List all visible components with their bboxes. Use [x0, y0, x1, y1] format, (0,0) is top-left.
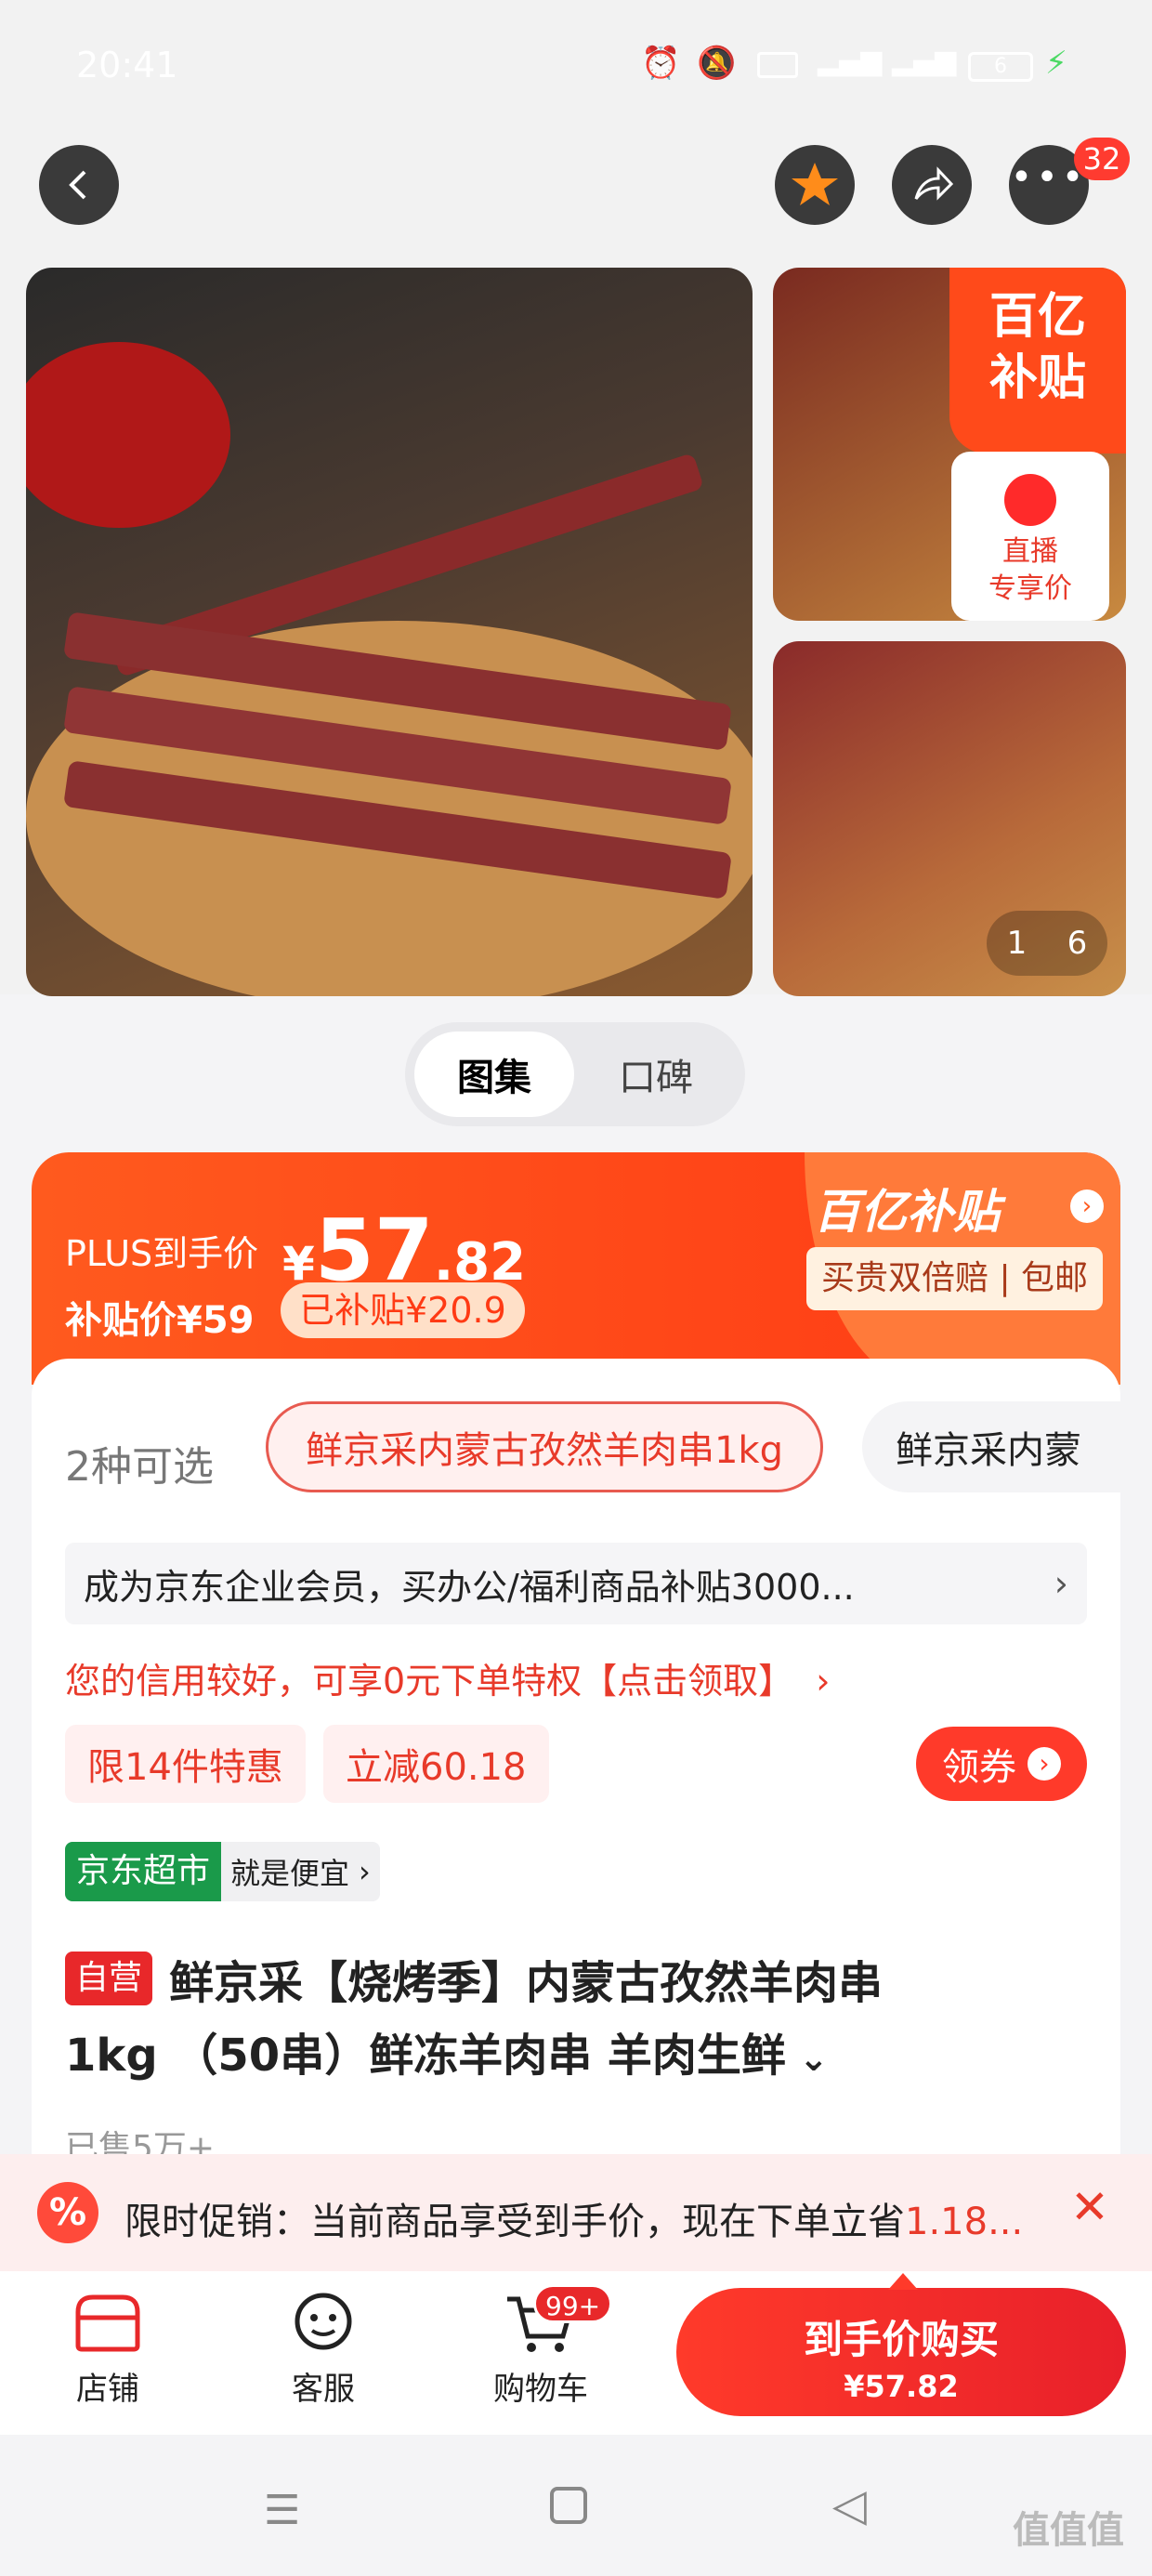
sku-count: 2种可选 [65, 1443, 214, 1491]
signal-icon: ▂▄▆ [818, 45, 883, 77]
expand-chevron-icon[interactable]: ⌄ [799, 2038, 829, 2079]
status-time: 20:41 [76, 45, 178, 85]
chevron-right-icon: › [1028, 1747, 1061, 1781]
customer-service-icon [295, 2293, 352, 2350]
back-nav-icon[interactable]: ◁ [832, 2479, 867, 2531]
share-icon [914, 166, 954, 201]
live-price-card[interactable]: 直播 专享价 [951, 452, 1109, 621]
product-title-line2: 1kg （50串）鲜冻羊肉串 羊肉生鲜 ⌄ [65, 2030, 829, 2082]
buy-button-price: ¥57.82 [844, 2369, 959, 2404]
limit-tag: 限14件特惠 [65, 1725, 306, 1803]
discount-icon: % [37, 2182, 98, 2243]
service-nav[interactable]: 客服 [240, 2290, 407, 2409]
pointer-icon [888, 2273, 918, 2290]
hd-icon [757, 52, 798, 78]
menu-icon[interactable]: ☰ [264, 2487, 300, 2534]
price-banner: PLUS到手价 ¥57.82 补贴价¥59 已补贴¥20.9 百亿补贴 › 买贵… [32, 1152, 1120, 1385]
supermarket-badge: 京东超市 [65, 1842, 222, 1901]
home-icon[interactable] [550, 2487, 587, 2524]
back-arrow-icon [69, 170, 86, 200]
tab-gallery[interactable]: 图集 [414, 1032, 574, 1117]
enterprise-text: 成为京东企业会员，买办公/福利商品补贴3000... [84, 1566, 855, 1608]
sku-option[interactable]: 鲜京采内蒙 [862, 1401, 1120, 1492]
chevron-right-icon: › [816, 1661, 831, 1702]
live-icon [1004, 474, 1056, 526]
charging-icon: ⚡ [1045, 45, 1067, 82]
yi-subsidy-badge: 百亿 补贴 [949, 268, 1126, 453]
favorite-button[interactable] [775, 145, 855, 225]
supermarket-slogan: 就是便宜 [230, 1856, 350, 1891]
battery-icon: 6 [968, 52, 1033, 82]
credit-link[interactable]: 您的信用较好，可享0元下单特权【点击领取】 › [65, 1652, 830, 1703]
mute-icon: 🔕 [697, 45, 737, 82]
brand-arrow-icon[interactable]: › [1070, 1189, 1104, 1223]
main-product-image[interactable] [26, 268, 753, 996]
alarm-icon: ⏰ [641, 45, 681, 82]
message-badge: 32 [1074, 138, 1130, 180]
buy-now-button[interactable]: 到手价购买 ¥57.82 [676, 2288, 1126, 2416]
subsidized-tag: 已补贴¥20.9 [281, 1282, 525, 1338]
gallery-tabs: 图集 口碑 [405, 1022, 745, 1126]
self-operated-tag: 自营 [65, 1952, 152, 2005]
buy-button-title: 到手价购买 [803, 2317, 999, 2362]
gallery-thumb-2[interactable]: 16 [773, 641, 1126, 996]
flash-promo-text: 限时促销：当前商品享受到手价，现在下单立省1.18... [124, 2201, 1024, 2243]
coupon-button[interactable]: 领券 › [916, 1727, 1087, 1801]
cart-badge: 99+ [533, 2284, 613, 2323]
guarantee-tag: 买贵双倍赔 | 包邮 [806, 1247, 1104, 1310]
image-counter: 16 [987, 911, 1107, 976]
status-bar: 20:41 ⏰ 🔕 ▂▄▆ ▂▄▆ 6 ⚡ [0, 0, 1152, 139]
subsidy-price: 补贴价¥59 [65, 1299, 255, 1342]
back-button[interactable] [39, 145, 119, 225]
plus-price-label: PLUS到手价 [65, 1233, 259, 1274]
store-nav[interactable]: 店铺 [24, 2290, 191, 2409]
store-icon [75, 2294, 140, 2352]
sku-option-selected[interactable]: 鲜京采内蒙古孜然羊肉串1kg [266, 1401, 823, 1492]
supermarket-banner[interactable]: 京东超市 就是便宜 › [65, 1842, 380, 1901]
reduce-tag: 立减60.18 [323, 1725, 549, 1803]
chevron-right-icon: › [359, 1854, 371, 1889]
signal2-icon: ▂▄▆ [892, 45, 957, 77]
star-icon [792, 163, 838, 205]
close-icon[interactable]: ✕ [1070, 2180, 1109, 2234]
product-title-line1: 鲜京采【烧烤季】内蒙古孜然羊肉串 [169, 1957, 884, 2009]
gallery-thumb-1[interactable]: 百亿 补贴 直播 专享价 [773, 268, 1126, 621]
yi-brand: 百亿补贴 [814, 1185, 1000, 1239]
chevron-right-icon: › [1054, 1563, 1068, 1604]
share-button[interactable] [892, 145, 972, 225]
tab-reviews[interactable]: 口碑 [576, 1032, 736, 1117]
watermark: 值值值 [1013, 2509, 1124, 2552]
enterprise-banner[interactable]: 成为京东企业会员，买办公/福利商品补贴3000... › [65, 1543, 1087, 1624]
flash-promo-bar[interactable]: % 限时促销：当前商品享受到手价，现在下单立省1.18... ✕ [0, 2154, 1152, 2271]
